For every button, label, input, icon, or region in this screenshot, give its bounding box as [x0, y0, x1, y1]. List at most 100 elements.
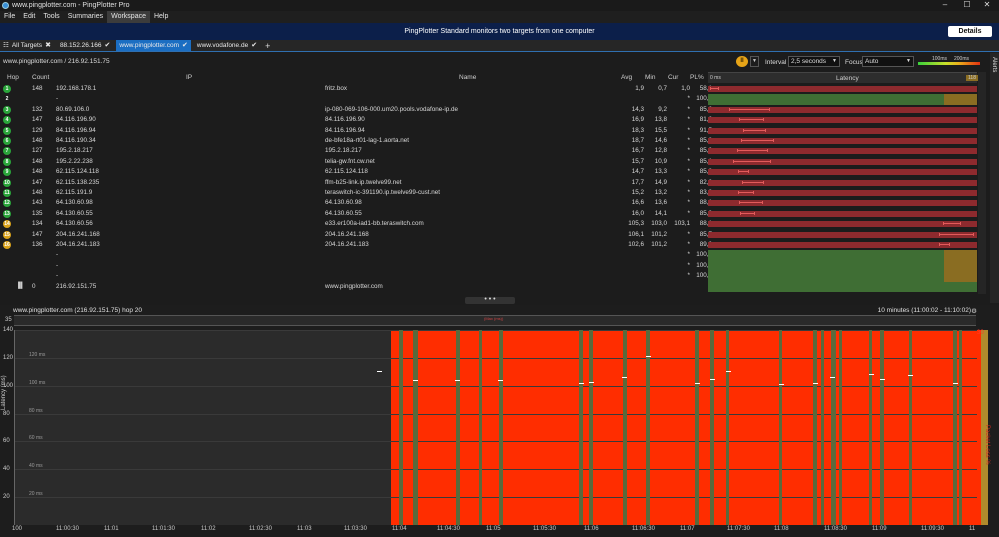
- tab-www-pingplotter-com[interactable]: www.pingplotter.com ✔: [116, 40, 191, 51]
- table-row[interactable]: 3 132 80.69.106.0 ip-080-069-106-000.um20.p…: [0, 105, 990, 115]
- tab-www-vodafone-de[interactable]: www.vodafone.de ✔: [194, 40, 260, 51]
- splitter-grip[interactable]: • • •: [465, 296, 515, 304]
- pane-splitter[interactable]: • • •: [0, 296, 990, 305]
- hop-count: 136: [32, 241, 43, 248]
- table-row[interactable]: 4 147 84.116.196.90 84.116.196.90 16,9 13,8 * 8…: [0, 115, 990, 125]
- table-row[interactable]: - * 100,0: [0, 260, 990, 272]
- col-ip[interactable]: IP: [186, 74, 192, 81]
- hop-number-badge: 3: [3, 105, 11, 114]
- menu-summaries[interactable]: Summaries: [64, 11, 107, 23]
- col-pl[interactable]: PL%: [690, 74, 704, 81]
- menu-workspace[interactable]: Workspace: [107, 11, 150, 23]
- col-cur[interactable]: Cur: [668, 74, 678, 81]
- hop-cur: *: [687, 199, 690, 207]
- summary-bars-icon: ▐▌: [16, 282, 25, 289]
- tab-all-targets[interactable]: ☷ All Targets ✖: [0, 40, 54, 51]
- table-row[interactable]: 11 148 62.115.191.9 teraswitch-ic-391190.ip…: [0, 188, 990, 198]
- hop-avg: 102,6: [628, 241, 644, 248]
- hop-table-scrollbar[interactable]: [978, 72, 986, 294]
- hop-number-badge: 4: [3, 116, 11, 125]
- hop-avg: 17,7: [631, 178, 644, 186]
- y-tick-label: 120: [3, 354, 14, 361]
- hop-latency-graph: [708, 84, 977, 94]
- table-row[interactable]: 16 136 204.16.241.183 204.16.241.183 102,6 10…: [0, 240, 990, 250]
- x-tick-label: 11:01:30: [152, 526, 175, 532]
- latency-color-scale: 100ms 200ms: [918, 56, 980, 68]
- latency-jitter-marker: [737, 149, 769, 153]
- hop-ip: -: [56, 272, 59, 280]
- details-button[interactable]: Details: [948, 26, 992, 37]
- col-min[interactable]: Min: [645, 74, 655, 81]
- close-icon[interactable]: ✖: [45, 40, 51, 51]
- table-row[interactable]: - * 100,0: [0, 250, 990, 261]
- response-sample-gap: [726, 330, 729, 525]
- table-row[interactable]: 1 148 192.168.178.1 fritz.box 1,9 0,7 1,0 58,1: [0, 84, 990, 94]
- table-row[interactable]: 13 135 64.130.60.55 64.130.60.55 16,0 14,1 * 85…: [0, 209, 990, 219]
- focus-select[interactable]: Auto ▼: [862, 56, 914, 67]
- latency-timeline-plot[interactable]: 120 ms 100 ms 80 ms 60 ms 40 ms 20 ms: [14, 330, 988, 525]
- hop-latency-graph: [708, 240, 977, 250]
- table-row[interactable]: 5 129 84.116.196.94 84.116.196.94 18,3 15,5 * 9…: [0, 126, 990, 136]
- tab-88-152-26-166[interactable]: 88.152.26.166 ✔: [57, 40, 113, 51]
- maximize-button[interactable]: ☐: [957, 0, 977, 11]
- table-row[interactable]: 6 148 84.116.190.34 de-bfe18a-rt01-lag-1.ao…: [0, 136, 990, 146]
- table-row[interactable]: 7 127 195.2.18.217 195.2.18.217 16,7 12,8 * 85,…: [0, 146, 990, 156]
- table-row[interactable]: ▐▌ 0 216.92.151.75 www.pingplotter.com: [0, 281, 990, 292]
- hop-cur: *: [687, 251, 690, 259]
- hop-min: 101,2: [651, 230, 667, 238]
- y-axis-title: Latency (ms): [1, 375, 7, 410]
- table-row[interactable]: 8 148 195.2.22.238 telia-gw.fnt.cw.net 15,7 1…: [0, 157, 990, 167]
- col-count[interactable]: Count: [32, 74, 49, 81]
- gear-icon[interactable]: ⚙: [971, 307, 977, 315]
- add-target-button[interactable]: +: [265, 41, 270, 51]
- loss-bar: [708, 200, 977, 207]
- latency-jitter-marker: [728, 107, 770, 111]
- table-row[interactable]: 12 143 64.130.60.98 64.130.60.98 16,6 13,6 * 88…: [0, 198, 990, 208]
- response-sample-gap: [779, 330, 782, 525]
- hop-number-badge: 1: [3, 85, 11, 93]
- menu-file[interactable]: File: [0, 11, 19, 23]
- table-row[interactable]: - * 100,0: [0, 271, 990, 282]
- menu-tools[interactable]: Tools: [39, 11, 63, 23]
- timeline-range[interactable]: 10 minutes (11:00:02 - 11:10:02): [878, 307, 971, 314]
- mini-overview-graph[interactable]: (Max (ms)): [14, 315, 976, 326]
- menu-help[interactable]: Help: [150, 11, 172, 23]
- hop-ip: 84.116.196.90: [56, 116, 96, 124]
- hop-latency-graph: [708, 146, 977, 156]
- y-tick-label: 140: [3, 327, 14, 333]
- response-sample-gap: [813, 330, 817, 525]
- y-tick-label: 40: [3, 466, 10, 473]
- col-avg[interactable]: Avg: [621, 74, 632, 81]
- col-hop[interactable]: Hop: [7, 74, 19, 81]
- hop-name: 84.116.196.94: [325, 126, 365, 134]
- focus-label: Focus: [845, 59, 863, 66]
- table-row[interactable]: 14 134 64.130.60.56 e33.er100a-iad1-bb.tera…: [0, 219, 990, 229]
- table-row[interactable]: 10 147 62.115.138.235 ffm-b25-link.ip.twelv…: [0, 178, 990, 188]
- col-name[interactable]: Name: [459, 74, 476, 81]
- interval-select[interactable]: 2,5 seconds ▼: [788, 56, 840, 67]
- loss-bar: [708, 179, 977, 186]
- table-row[interactable]: 9 148 62.115.124.118 62.115.124.118 14,7 13,3…: [0, 167, 990, 177]
- response-sample-gap: [839, 330, 842, 525]
- license-banner: PingPlotter Standard monitors two target…: [0, 23, 999, 40]
- alerts-side-panel[interactable]: Alerts: [990, 53, 999, 303]
- latency-sample-tick: [908, 375, 913, 376]
- table-row[interactable]: 15 147 204.16.241.168 204.16.241.168 106,1 10…: [0, 230, 990, 240]
- pause-button[interactable]: II: [736, 56, 748, 67]
- hop-name: de-bfe18a-rt01-lag-1.aorta.net: [325, 137, 410, 144]
- hop-avg: 15,7: [631, 157, 644, 165]
- hop-cur: *: [687, 261, 690, 269]
- hop-cur: *: [687, 126, 690, 134]
- hop-latency-graph: [708, 178, 977, 188]
- table-row[interactable]: 2- * 100,0: [0, 94, 990, 105]
- response-sample-gap: [499, 330, 503, 525]
- minimize-button[interactable]: –: [935, 0, 955, 11]
- pause-options-dropdown[interactable]: ▼: [750, 56, 759, 67]
- pingplotter-app-icon: [2, 2, 9, 9]
- close-window-button[interactable]: ✕: [977, 0, 997, 11]
- hop-latency-graph: [708, 250, 977, 261]
- loss-bar: [708, 106, 977, 113]
- menu-edit[interactable]: Edit: [19, 11, 39, 23]
- col-latency[interactable]: Latency: [836, 75, 859, 82]
- hop-min: 13,2: [654, 189, 667, 196]
